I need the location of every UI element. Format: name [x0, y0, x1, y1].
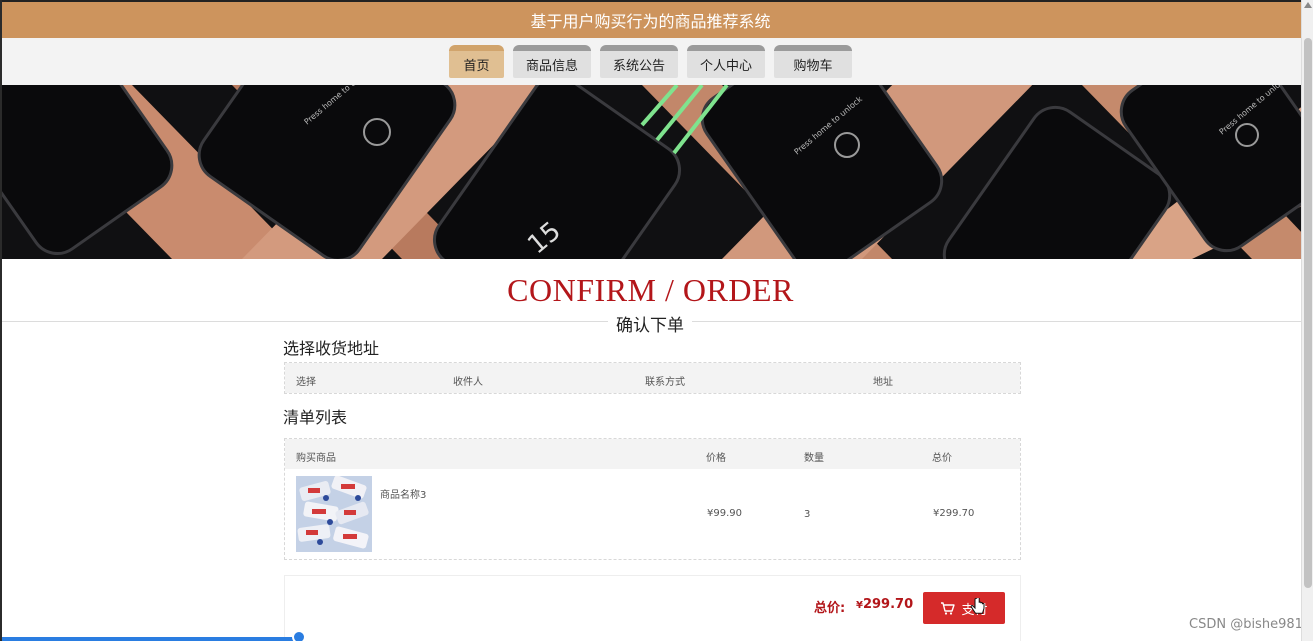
total-label: 总价:	[814, 601, 846, 616]
total-value: 299.70	[862, 597, 914, 612]
page-heading-cn: 确认下单	[608, 311, 692, 336]
order-col-quantity: 数量	[804, 453, 824, 464]
nav-tab-profile[interactable]: 个人中心	[687, 45, 765, 78]
vertical-scrollbar[interactable]	[1301, 0, 1313, 641]
total-amount: ¥299.70	[856, 597, 913, 612]
candy-product-icon	[296, 476, 372, 552]
order-col-total: 总价	[932, 453, 952, 464]
order-list-table: 购买商品 价格 数量 总价 商品名称3 ¥99.90 3 ¥299.70	[284, 438, 1021, 560]
nav-tab-products[interactable]: 商品信息	[513, 45, 591, 78]
order-col-product: 购买商品	[296, 453, 336, 464]
currency-symbol: ¥	[856, 600, 863, 611]
address-col-recipient: 收件人	[453, 377, 483, 388]
pay-button[interactable]: 支付	[923, 592, 1005, 624]
address-table: 选择 收件人 联系方式 地址	[284, 362, 1021, 394]
address-section-title: 选择收货地址	[283, 339, 380, 358]
page-heading-en: CONFIRM / ORDER	[507, 272, 794, 308]
address-col-contact: 联系方式	[645, 377, 685, 388]
page: 基于用户购买行为的商品推荐系统 首页 商品信息 系统公告 个人中心 购物车 Pr…	[0, 0, 1313, 641]
nav-tab-home[interactable]: 首页	[449, 45, 504, 78]
video-progress-handle[interactable]	[292, 630, 306, 641]
main-nav: 首页 商品信息 系统公告 个人中心 购物车	[0, 38, 1301, 85]
address-table-header: 选择 收件人 联系方式 地址	[285, 363, 1020, 393]
address-col-address: 地址	[873, 377, 893, 388]
scroll-up-arrow-icon[interactable]	[1304, 2, 1312, 8]
video-progress-bar[interactable]	[0, 637, 298, 641]
order-list-header: 购买商品 价格 数量 总价	[285, 439, 1020, 469]
product-total: ¥299.70	[933, 508, 975, 519]
order-summary: 总价: ¥299.70 支付	[284, 575, 1021, 641]
window-edge	[0, 0, 2, 641]
site-header: 基于用户购买行为的商品推荐系统	[0, 0, 1301, 38]
cart-icon	[941, 601, 956, 615]
watermark: CSDN @bishe981	[1189, 617, 1303, 632]
scrollbar-thumb[interactable]	[1304, 38, 1312, 588]
hand-cursor-icon	[970, 596, 986, 622]
product-name[interactable]: 商品名称3	[380, 486, 426, 501]
product-quantity: 3	[804, 509, 811, 520]
banner-image: Press home to unlock Press home to unloc…	[2, 85, 1304, 259]
address-col-select: 选择	[296, 377, 316, 388]
site-title: 基于用户购买行为的商品推荐系统	[530, 12, 771, 31]
order-col-price: 价格	[706, 453, 726, 464]
product-image[interactable]	[296, 476, 372, 552]
product-price: ¥99.90	[707, 508, 742, 519]
phones-banner-illustration: Press home to unlock Press home to unloc…	[2, 85, 1304, 259]
nav-tab-cart[interactable]: 购物车	[774, 45, 852, 78]
nav-tab-announcements[interactable]: 系统公告	[600, 45, 678, 78]
order-list-section-title: 清单列表	[283, 408, 348, 427]
